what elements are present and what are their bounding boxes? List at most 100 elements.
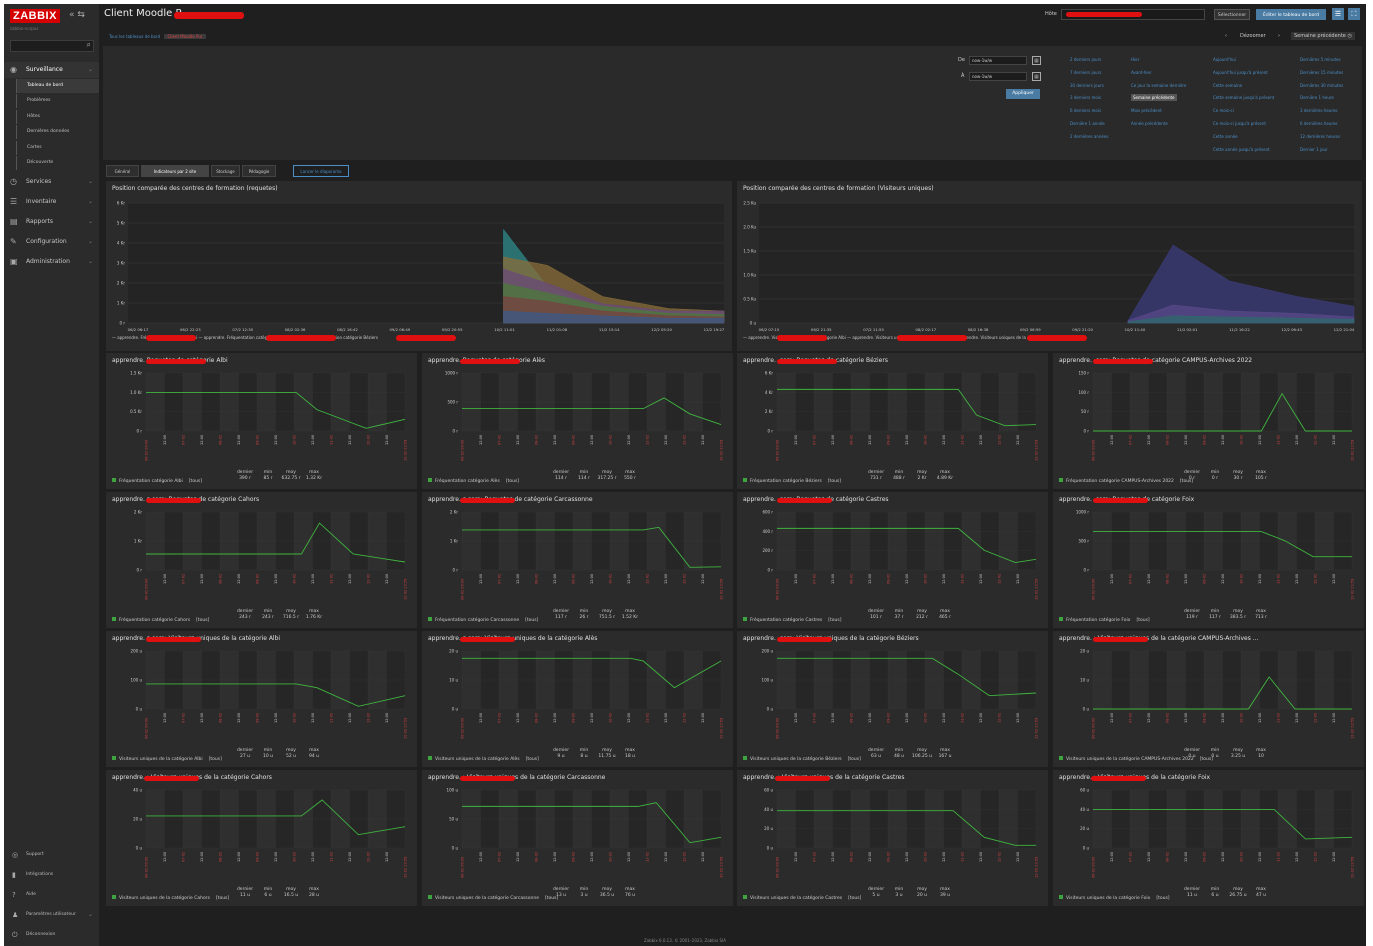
quick-range-link[interactable]: Dernières 30 minutes	[1300, 80, 1366, 93]
menu-surveillance[interactable]: ◉ Surveillance ⌄	[4, 62, 99, 78]
breadcrumb-all-dashboards[interactable]: Tous les tableaux de bord	[106, 34, 163, 39]
quick-range-link[interactable]: Cette année jusqu'à présent	[1213, 144, 1298, 157]
graph-widget[interactable]: apprendre. s.com: Visiteurs uniques de l…	[106, 631, 417, 767]
quick-range-link[interactable]: Dernière 1 heure	[1300, 92, 1366, 105]
quick-range-link[interactable]: Hier	[1131, 54, 1216, 67]
zoom-out-button[interactable]: Dézoomer	[1240, 33, 1266, 39]
graph-widget[interactable]: apprendre. : Visiteurs uniques de la cat…	[106, 770, 417, 906]
graph-widget[interactable]: apprendre. .com: Requetes de catégorie C…	[737, 492, 1048, 628]
quick-range-link[interactable]: 6 dernières heures	[1300, 118, 1366, 131]
select-host-button[interactable]: Sélectionner	[1214, 9, 1250, 20]
x-tick-label: 12:00	[479, 574, 483, 584]
graph-widget[interactable]: apprendre. s.com: Requetes de catégorie …	[422, 492, 733, 628]
night-band	[999, 373, 1018, 431]
graph-widget[interactable]: apprendre. : Visiteurs uniques de la cat…	[422, 770, 733, 906]
bottom-menu-item[interactable]: ? Aide	[4, 886, 99, 904]
graph-widget[interactable]: apprendre. : Visiteurs uniques de la cat…	[1053, 631, 1364, 767]
graph-widget[interactable]: apprendre. .com: Requetes de catégorie B…	[737, 353, 1048, 489]
quick-range-link[interactable]: Dernières 15 minutes	[1300, 67, 1366, 80]
quick-range-link[interactable]: Dernier 1 jour	[1300, 144, 1366, 157]
x-tick-label: 06-02 00:00	[145, 857, 149, 878]
quick-range-link[interactable]: Cette semaine jusqu'à présent	[1213, 92, 1298, 105]
dashboard-tab[interactable]: Général	[106, 165, 139, 177]
menu-inventaire[interactable]: ☰ Inventaire ⌄	[4, 194, 99, 210]
to-input[interactable]: now-1w/w	[969, 72, 1027, 81]
calendar-icon[interactable]: ▦	[1032, 56, 1041, 65]
graph-legend: Fréquentation catégorie Castres [tous]	[743, 617, 841, 623]
menu-administration[interactable]: ▣ Administration ⌄	[4, 254, 99, 270]
quick-range-link[interactable]: 2 dernières années	[1070, 131, 1155, 144]
x-tick-label: 12-02	[1314, 713, 1318, 723]
host-input[interactable]	[1061, 9, 1205, 20]
quick-range-link[interactable]: Aujourd'hui jusqu'à présent	[1213, 67, 1298, 80]
sidebar-search-input[interactable]: ⌕	[10, 40, 94, 52]
bottom-menu-item[interactable]: ◎ Support	[4, 846, 99, 864]
graph-widget[interactable]: apprendre. s.com: Visiteurs uniques de l…	[422, 631, 733, 767]
edit-dashboard-button[interactable]: Éditer le tableau de bord	[1256, 9, 1326, 20]
quick-range-link[interactable]: Année précédente	[1131, 118, 1216, 131]
x-tick-label: 12-02	[1314, 852, 1318, 862]
graph-widget[interactable]: apprendre. Requetes de catégorie Alès100…	[422, 353, 733, 489]
x-tick-label: 08-02	[1166, 713, 1170, 723]
time-period-tab[interactable]: Semaine précédente ◷	[1291, 32, 1355, 40]
x-tick-label: 12:00	[516, 435, 520, 445]
actions-icon[interactable]: ☰	[1332, 8, 1344, 20]
search-icon[interactable]: ⌕	[87, 40, 91, 50]
menu-services[interactable]: ◷ Services ⌄	[4, 174, 99, 190]
apply-button[interactable]: Appliquer	[1006, 89, 1040, 99]
x-tick-label: 10-02	[924, 852, 928, 862]
prev-period-button[interactable]: ‹	[1225, 33, 1227, 39]
stat-header: min	[263, 609, 273, 614]
submenu-item[interactable]: Tableau de bord	[16, 79, 99, 93]
quick-range-link[interactable]: Cette année	[1213, 131, 1298, 144]
quick-range-label: Dernière 1 année	[1070, 120, 1105, 126]
submenu-item[interactable]: Dernières données	[16, 125, 99, 140]
x-tick-label: 12:00	[553, 435, 557, 445]
breadcrumb-current[interactable]: Client Moodle Pur	[164, 34, 206, 39]
dashboard-tab[interactable]: Indicateurs par 2 site	[141, 165, 209, 177]
submenu-item[interactable]: Problèmes	[16, 94, 99, 109]
quick-range-link[interactable]: Ce jour la semaine dernière	[1131, 80, 1216, 93]
quick-range-link[interactable]: Avant-hier	[1131, 67, 1216, 80]
quick-range-link[interactable]: Aujourd'hui	[1213, 54, 1298, 67]
collapse-sidebar-button[interactable]: « ⇆	[69, 10, 85, 20]
submenu-item[interactable]: Hôtes	[16, 109, 99, 124]
stacked-graph-widget[interactable]: Position comparée des centres de formati…	[737, 181, 1362, 351]
dashboard-tab[interactable]: Stockage	[211, 165, 240, 177]
quick-range-link[interactable]: Dernières 5 minutes	[1300, 54, 1366, 67]
menu-rapports[interactable]: ▤ Rapports ⌄	[4, 214, 99, 230]
graph-widget[interactable]: apprendre. : Visiteurs uniques de la cat…	[1053, 770, 1364, 906]
menu-configuration[interactable]: ✎ Configuration ⌄	[4, 234, 99, 250]
graph-widget[interactable]: apprendre. .com: Visiteurs uniques de la…	[737, 631, 1048, 767]
submenu-item[interactable]: Découverte	[16, 156, 99, 170]
bottom-menu-item[interactable]: ♟ Paramètres utilisateur ⌄	[4, 906, 99, 924]
quick-range-link[interactable]: Cette semaine	[1213, 80, 1298, 93]
quick-range-link[interactable]: 3 dernières heures	[1300, 105, 1366, 118]
quick-range-link[interactable]: Ce mois-ci	[1213, 105, 1298, 118]
slideshow-button[interactable]: Lancer le diaporama	[293, 165, 349, 177]
quick-range-link[interactable]: 12 dernières heures	[1300, 131, 1366, 144]
stacked-graph-widget[interactable]: Position comparée des centres de formati…	[106, 181, 732, 351]
submenu-item[interactable]: Cartes	[16, 140, 99, 155]
bottom-menu-item[interactable]: ▮ Intégrations	[4, 866, 99, 884]
zabbix-logo[interactable]: ZABBIX	[10, 9, 60, 23]
x-tick-label: 12:00	[1110, 435, 1114, 445]
x-tick-label: 09-02	[256, 713, 260, 723]
x-tick-label: 10-02	[1240, 713, 1244, 723]
graph-widget[interactable]: apprendre. .com: Requetes de catégorie C…	[1053, 353, 1364, 489]
graph-widget[interactable]: apprendre. .com: Requetes de catégorie F…	[1053, 492, 1364, 628]
from-input[interactable]: now-1w/w	[969, 56, 1027, 65]
quick-range-link[interactable]: Mois précédent	[1131, 105, 1216, 118]
graph-widget[interactable]: apprendre. s.com: Requetes de catégorie …	[106, 492, 417, 628]
x-tick-label: 12-02	[998, 852, 1002, 862]
quick-range-link[interactable]: Ce mois-ci jusqu'à présent	[1213, 118, 1298, 131]
x-tick-label: 12:00	[1332, 435, 1336, 445]
quick-range-link[interactable]: Semaine précédente	[1131, 92, 1216, 105]
dashboard-tab[interactable]: Pédagogie	[242, 165, 276, 177]
fullscreen-icon[interactable]: ⛶	[1348, 8, 1360, 20]
calendar-icon[interactable]: ▦	[1032, 72, 1041, 81]
x-tick-label: 09-02	[256, 574, 260, 584]
graph-widget[interactable]: apprendre. : Visiteurs uniques de la cat…	[737, 770, 1048, 906]
next-period-button[interactable]: ›	[1278, 33, 1280, 39]
graph-widget[interactable]: apprendre. Requetes de catégorie Albi1.5…	[106, 353, 417, 489]
